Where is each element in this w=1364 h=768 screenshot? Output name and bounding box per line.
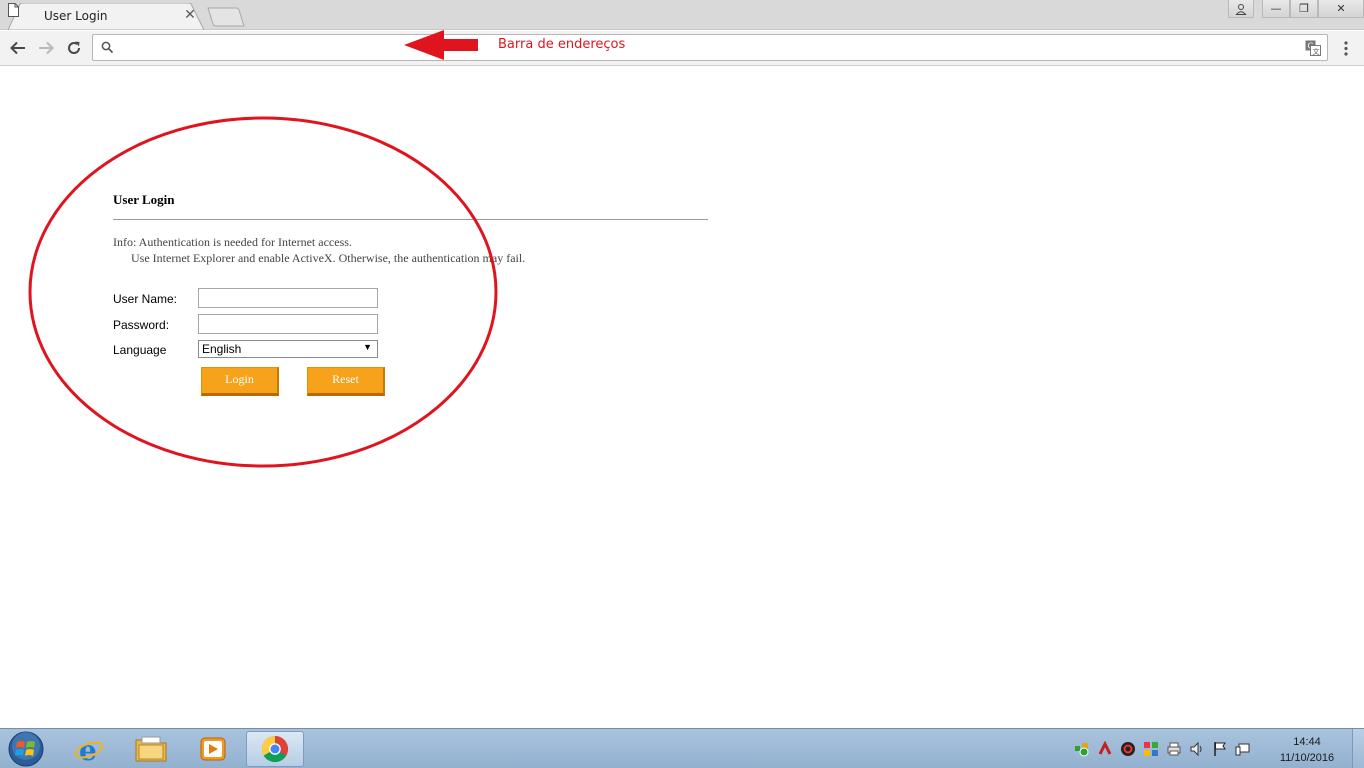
login-title: User Login	[113, 192, 175, 207]
back-button[interactable]	[7, 37, 29, 59]
menu-dots-icon[interactable]	[1338, 39, 1354, 59]
clock-time: 14:44	[1293, 736, 1321, 748]
arrow-right-icon	[39, 41, 54, 55]
info-line-2: Use Internet Explorer and enable ActiveX…	[131, 251, 526, 265]
tab-close-icon[interactable]: ✕	[182, 7, 198, 23]
security-icon[interactable]	[1095, 740, 1114, 759]
internet-explorer-button[interactable]: e	[60, 731, 118, 767]
restore-button[interactable]: ❐	[1290, 0, 1318, 18]
windows-logo-icon	[8, 731, 44, 767]
system-tray	[1072, 737, 1252, 761]
search-icon	[101, 41, 114, 54]
window-controls: — ❐ ✕	[1228, 0, 1364, 18]
username-label: User Name:	[113, 292, 178, 306]
translate-icon[interactable]: G 文	[1305, 40, 1321, 56]
taskbar-clock[interactable]: 14:44 11/10/2016	[1272, 734, 1342, 766]
antivirus-icon[interactable]	[1118, 740, 1137, 759]
close-window-button[interactable]: ✕	[1318, 0, 1364, 18]
reload-icon	[68, 41, 81, 54]
clock-date: 11/10/2016	[1279, 752, 1335, 764]
login-button[interactable]: Login	[201, 367, 279, 396]
tab-strip: User Login ✕ — ❐ ✕	[0, 0, 1364, 30]
password-input[interactable]	[198, 314, 378, 334]
info-line-1: Info: Authentication is needed for Inter…	[113, 235, 352, 249]
screen: User Login ✕ — ❐ ✕ G	[0, 0, 1364, 768]
action-center-flag-icon[interactable]	[1210, 740, 1229, 759]
new-tab-button[interactable]	[206, 7, 246, 27]
reset-button[interactable]: Reset	[307, 367, 385, 396]
file-explorer-button[interactable]	[122, 731, 180, 767]
forward-button[interactable]	[35, 37, 57, 59]
address-input[interactable]	[117, 37, 1297, 58]
chrome-icon	[261, 735, 289, 763]
windows-start-button[interactable]	[2, 730, 50, 768]
tab-title: User Login	[44, 9, 108, 23]
taskbar: e 14:44 11/10/2016	[0, 728, 1364, 768]
password-label: Password:	[113, 318, 170, 332]
arrow-left-icon	[10, 41, 25, 55]
minimize-button[interactable]: —	[1262, 0, 1290, 18]
language-label: Language	[113, 343, 167, 357]
display-icon[interactable]	[1233, 740, 1252, 759]
printer-icon[interactable]	[1164, 740, 1183, 759]
app-tray-icon[interactable]	[1141, 740, 1160, 759]
svg-text:文: 文	[1313, 47, 1320, 56]
browser-toolbar: G 文	[0, 31, 1364, 66]
google-chrome-button[interactable]	[246, 731, 304, 767]
network-status-icon[interactable]	[1072, 740, 1091, 759]
language-selected: English	[202, 342, 242, 356]
folder-icon	[135, 736, 167, 762]
page-icon	[8, 3, 19, 17]
page-content: User Login Info: Authentication is neede…	[0, 67, 1364, 728]
username-input[interactable]	[198, 288, 378, 308]
reload-button[interactable]	[63, 37, 85, 59]
svg-text:e: e	[79, 734, 97, 765]
internet-explorer-icon: e	[74, 734, 104, 765]
annotation-label: Barra de endereços	[498, 37, 626, 52]
profile-icon[interactable]	[1228, 0, 1254, 18]
address-bar[interactable]: G 文	[92, 34, 1328, 61]
chevron-down-icon: ▼	[363, 342, 372, 352]
annotation-arrow	[404, 30, 478, 60]
media-player-icon	[200, 737, 226, 761]
media-player-button[interactable]	[184, 731, 242, 767]
divider	[113, 219, 708, 220]
info-text: Info: Authentication is needed for Inter…	[113, 234, 553, 266]
volume-icon[interactable]	[1187, 740, 1206, 759]
tab-user-login[interactable]: User Login ✕	[8, 3, 204, 30]
show-desktop-button[interactable]	[1352, 729, 1364, 768]
language-select[interactable]: English ▼	[198, 340, 378, 358]
